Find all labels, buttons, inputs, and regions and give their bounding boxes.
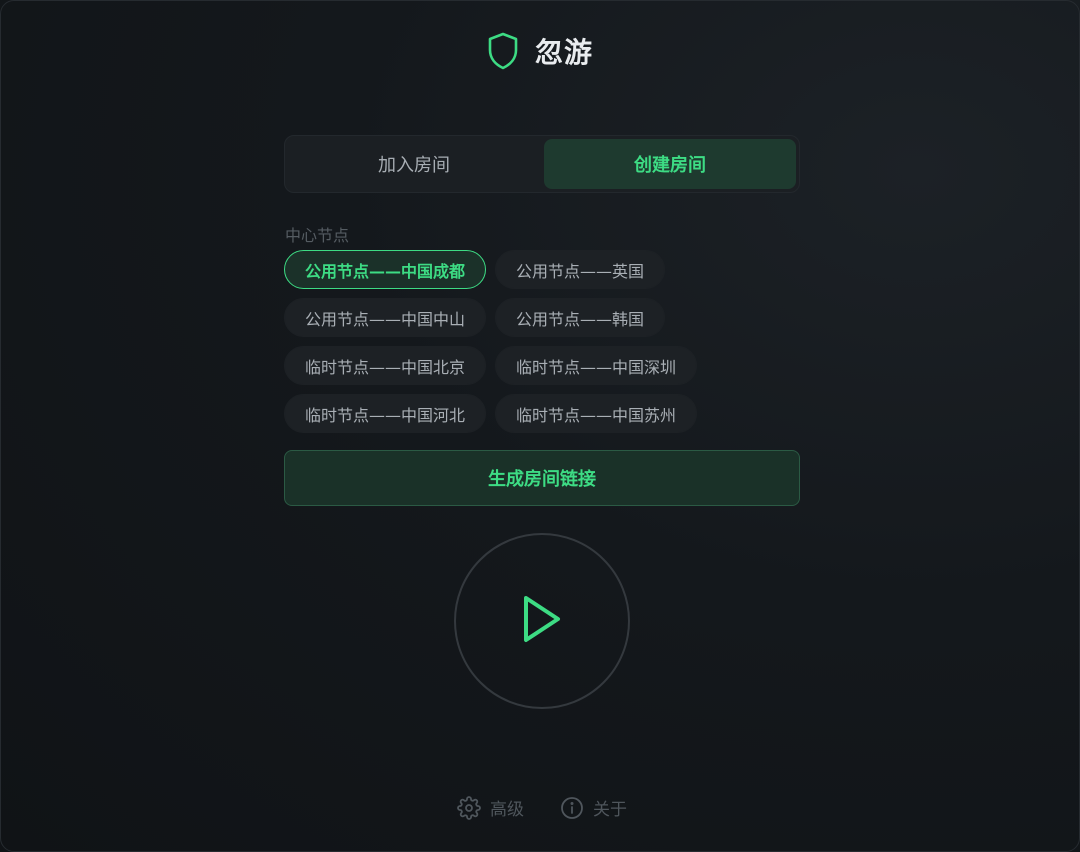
shield-icon [487,32,519,70]
about-button[interactable]: 关于 [560,795,627,820]
node-chip-chengdu[interactable]: 公用节点——中国成都 [284,250,487,289]
node-chip-beijing[interactable]: 临时节点——中国北京 [284,346,487,385]
play-button[interactable] [454,533,630,709]
node-chip-uk[interactable]: 公用节点——英国 [495,250,666,289]
footer: 高级 关于 [1,795,1079,820]
center-node-label: 中心节点 [285,226,350,245]
node-row: 临时节点——中国河北 临时节点——中国苏州 [284,394,804,433]
app-window: 忽游 加入房间 创建房间 中心节点 公用节点——中国成都 公用节点——英国 公用… [0,0,1080,852]
app-title: 忽游 [534,36,593,69]
advanced-button[interactable]: 高级 [457,795,524,820]
node-chip-shenzhen[interactable]: 临时节点——中国深圳 [495,346,698,385]
node-chip-hebei[interactable]: 临时节点——中国河北 [284,394,487,433]
advanced-label: 高级 [490,800,524,820]
node-grid: 公用节点——中国成都 公用节点——英国 公用节点——中国中山 公用节点——韩国 … [284,250,804,442]
node-chip-suzhou[interactable]: 临时节点——中国苏州 [495,394,698,433]
generate-room-link-button[interactable]: 生成房间链接 [284,450,800,506]
node-chip-zhongshan[interactable]: 公用节点——中国中山 [284,298,487,337]
tab-create-room[interactable]: 创建房间 [544,139,796,189]
app-header: 忽游 [1,31,1079,71]
node-chip-korea[interactable]: 公用节点——韩国 [495,298,666,337]
about-label: 关于 [593,800,627,820]
gear-icon [457,795,481,820]
tab-join-room[interactable]: 加入房间 [288,139,540,189]
room-mode-tabs: 加入房间 创建房间 [284,135,800,193]
node-row: 公用节点——中国中山 公用节点——韩国 [284,298,804,337]
node-row: 公用节点——中国成都 公用节点——英国 [284,250,804,289]
info-icon [560,796,584,820]
node-row: 临时节点——中国北京 临时节点——中国深圳 [284,346,804,385]
play-icon [520,594,564,648]
